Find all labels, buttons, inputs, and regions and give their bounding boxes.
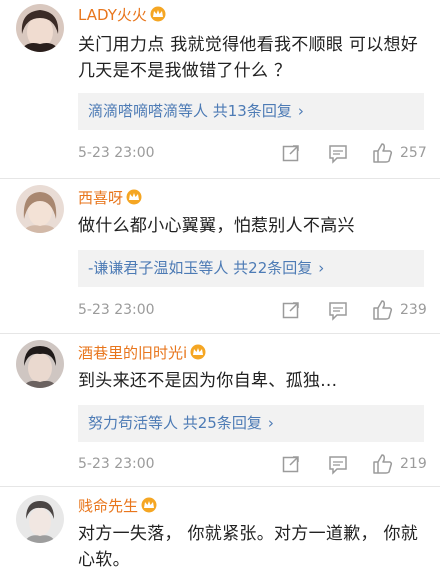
like-count: 239 — [400, 302, 427, 318]
like-count: 219 — [400, 456, 427, 472]
crown-badge-icon — [141, 497, 157, 513]
avatar-image — [16, 340, 64, 388]
divider — [0, 178, 440, 179]
chevron-right-icon: › — [267, 414, 274, 432]
comment-text: 关门用力点 我就觉得他看我不顺眼 可以想好几天是不是我做错了什么 ？ — [78, 35, 419, 81]
avatar-image — [16, 495, 64, 543]
avatar[interactable] — [16, 495, 64, 543]
crown-badge-icon — [190, 344, 206, 360]
comment-icon[interactable] — [328, 298, 348, 322]
avatar[interactable] — [16, 185, 64, 233]
username[interactable]: 酒巷里的旧时光i — [78, 342, 207, 363]
divider — [0, 486, 440, 487]
crown-badge-icon — [126, 189, 142, 205]
like-count: 257 — [400, 145, 427, 161]
reply-summary[interactable]: 努力苟活等人 共25条回复 › — [78, 405, 424, 442]
forward-icon[interactable] — [282, 141, 300, 165]
reply-summary[interactable]: 滴滴嗒嘀嗒滴等人 共13条回复 › — [78, 93, 424, 130]
username[interactable]: 贱命先生 — [78, 495, 158, 516]
comment-time: 5-23 23:00 — [78, 145, 155, 161]
comment-time: 5-23 23:00 — [78, 456, 155, 472]
comment-icon[interactable] — [328, 141, 348, 165]
avatar-image — [16, 185, 64, 233]
comment-text: 做什么都小心翼翼，怕惹别人不高兴 — [78, 216, 355, 236]
divider — [0, 333, 440, 334]
like-icon[interactable] — [372, 452, 394, 476]
like-icon[interactable] — [372, 298, 394, 322]
comment-icon[interactable] — [328, 452, 348, 476]
comment-text: 对方一失落， 你就紧张。对方一道歉， 你就心软。 — [78, 524, 419, 570]
forward-icon[interactable] — [282, 298, 300, 322]
comment-time: 5-23 23:00 — [78, 302, 155, 318]
username[interactable]: LADY火火 — [78, 4, 167, 25]
comment-text: 到头来还不是因为你自卑、孤独... — [78, 371, 338, 391]
forward-icon[interactable] — [282, 452, 300, 476]
avatar-image — [16, 4, 64, 52]
avatar[interactable] — [16, 4, 64, 52]
reply-summary[interactable]: -谦谦君子温如玉等人 共22条回复 › — [78, 250, 424, 287]
username[interactable]: 西喜呀 — [78, 187, 143, 208]
like-icon[interactable] — [372, 141, 394, 165]
chevron-right-icon: › — [297, 102, 304, 120]
crown-badge-icon — [150, 6, 166, 22]
chevron-right-icon: › — [318, 259, 325, 277]
avatar[interactable] — [16, 340, 64, 388]
